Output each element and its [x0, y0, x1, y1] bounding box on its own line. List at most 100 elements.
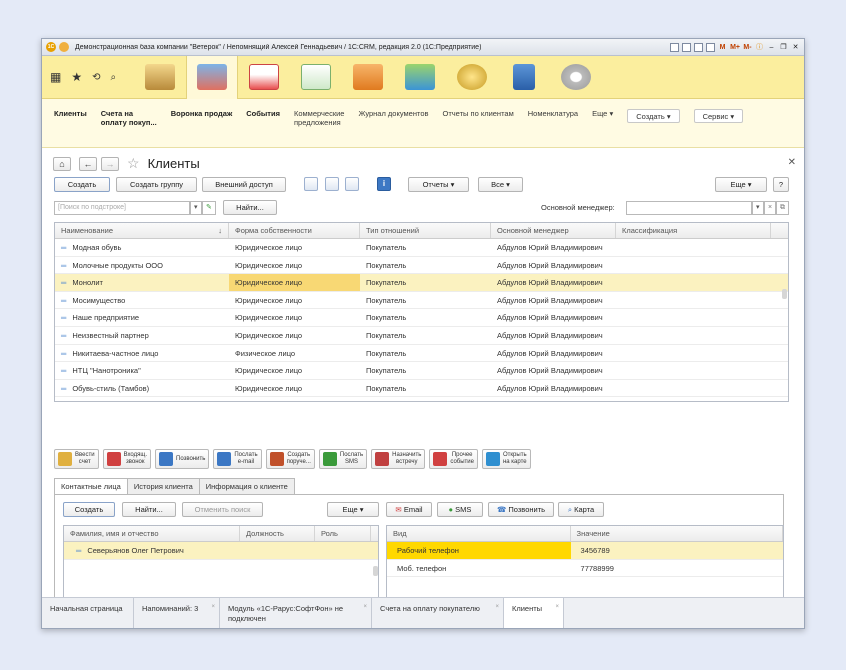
nav-nomenclature[interactable]: Номенклатура [528, 109, 578, 118]
bottom-tab-softphone-module[interactable]: Модуль «1С-Рарус:СофтФон» не подключен × [220, 598, 372, 628]
list-view-icon[interactable] [304, 177, 318, 191]
manager-dropdown-icon[interactable]: ▾ [752, 201, 764, 215]
col-fio[interactable]: Фамилия, имя и отчество [64, 526, 240, 541]
table-scrollbar[interactable] [782, 289, 787, 299]
info-icon[interactable]: ⓘ [755, 43, 764, 52]
col-name[interactable]: Наименование ↓ [55, 223, 229, 238]
sms-button[interactable]: ● SMS [437, 502, 483, 517]
contact-create-button[interactable]: Создать [63, 502, 115, 517]
enter-invoice-button[interactable]: Ввести счет [54, 449, 99, 469]
section-charts[interactable] [290, 56, 342, 99]
table-row[interactable]: ═ Мосимущество Юридическое лицо Покупатель А… [55, 292, 788, 310]
star-icon[interactable]: ★ [71, 70, 82, 84]
open-map-button[interactable]: Открыть на карте [481, 449, 531, 469]
manager-clear-icon[interactable]: × [764, 201, 776, 215]
nav-client-reports[interactable]: Отчеты по клиентам [443, 109, 514, 118]
apps-icon[interactable]: ▦ [50, 70, 61, 84]
memory-button[interactable]: M [718, 43, 727, 52]
tree-view-icon[interactable] [325, 177, 339, 191]
all-button[interactable]: Все ▾ [478, 177, 523, 192]
table-row[interactable]: ═ Монолит Юридическое лицо Покупатель Абдуло… [55, 274, 788, 292]
table-row[interactable]: ═ НТЦ "Нанотроника" Юридическое лицо Покупа… [55, 362, 788, 380]
table-row[interactable]: ═ Наше предприятие Юридическое лицо Покупат… [55, 309, 788, 327]
service-menu-button[interactable]: Сервис ▾ [693, 109, 744, 123]
call-button[interactable]: ☎ Позвонить [488, 502, 554, 517]
bottom-tab-reminders[interactable]: Напоминаний: 3 × [134, 598, 220, 628]
section-docs[interactable] [394, 56, 446, 99]
search-dropdown-icon[interactable]: ▾ [190, 201, 202, 215]
find-button[interactable]: Найти... [223, 200, 277, 215]
forward-button[interactable]: → [101, 156, 119, 171]
section-org[interactable] [342, 56, 394, 99]
contact-find-button[interactable]: Найти... [122, 502, 176, 517]
nav-document-journal[interactable]: Журнал документов [358, 109, 428, 118]
col-kind[interactable]: Вид [387, 526, 571, 541]
calc-icon[interactable] [670, 42, 680, 52]
tab-contacts[interactable]: Контактные лица [54, 478, 128, 495]
table-row[interactable]: ═ Никитаева-частное лицо Физическое лицо По… [55, 345, 788, 363]
col-relation[interactable]: Тип отношений [360, 223, 491, 238]
other-event-button[interactable]: Прочее событие [429, 449, 478, 469]
close-tab-icon[interactable]: × [211, 602, 215, 612]
section-calendar[interactable] [238, 56, 290, 99]
nav-clients[interactable]: Клиенты [54, 109, 87, 118]
nav-commercial-offers[interactable]: Коммерческие предложения [294, 109, 345, 127]
email-button[interactable]: ✉ Email [386, 502, 432, 517]
contacts-scrollbar[interactable] [373, 566, 378, 576]
create-task-button[interactable]: Создать поруче... [265, 449, 315, 469]
search-clear-icon[interactable]: ✎ [202, 201, 216, 215]
schedule-meeting-button[interactable]: Назначить встречу [371, 449, 426, 469]
copy-icon[interactable] [694, 42, 704, 52]
phone-row[interactable]: Моб. телефон 77788999 [387, 560, 783, 578]
reports-button[interactable]: Отчеты ▾ [408, 177, 469, 192]
home-button[interactable]: ⌂ [53, 156, 71, 171]
close-window-icon[interactable]: ✕ [791, 43, 800, 52]
search-icon[interactable]: ⌕ [111, 72, 117, 83]
col-role[interactable]: Роль [315, 526, 371, 541]
more-button[interactable]: Еще ▾ [715, 177, 767, 192]
section-desktop[interactable] [134, 56, 186, 99]
history-icon[interactable]: ⟲ [92, 72, 100, 83]
col-classification[interactable]: Классификация [616, 223, 771, 238]
help-button[interactable]: ? [773, 177, 789, 192]
col-manager[interactable]: Основной менеджер [491, 223, 616, 238]
close-tab-icon[interactable]: × [363, 602, 367, 612]
close-tab-icon[interactable]: × [495, 602, 499, 612]
bottom-tab-invoices[interactable]: Счета на оплату покупателю × [372, 598, 504, 628]
calendar-icon[interactable] [682, 42, 692, 52]
tab-history[interactable]: История клиента [126, 478, 200, 494]
cancel-search-button[interactable]: Отменить поиск [182, 502, 263, 517]
main-menu-icon[interactable] [59, 42, 69, 52]
contact-more-button[interactable]: Еще ▾ [327, 502, 379, 517]
bottom-tab-home-page[interactable]: Начальная страница [42, 598, 134, 628]
info-icon[interactable] [377, 177, 391, 191]
back-button[interactable]: ← [79, 156, 97, 171]
memory-plus-button[interactable]: M+ [730, 43, 740, 52]
tab-client-info[interactable]: Информация о клиенте [198, 478, 295, 494]
print-icon[interactable] [706, 42, 716, 52]
create-group-button[interactable]: Создать группу [116, 177, 197, 192]
restore-icon[interactable]: ❐ [779, 43, 788, 52]
table-row[interactable]: ═ Модная обувь Юридическое лицо Покупатель А… [55, 239, 788, 257]
create-menu-button[interactable]: Создать ▾ [627, 109, 680, 123]
external-access-button[interactable]: Внешний доступ [202, 177, 286, 192]
manager-input[interactable] [626, 201, 752, 215]
incoming-call-button[interactable]: Входящ. звонок [102, 449, 151, 469]
send-sms-button[interactable]: Послать SMS [318, 449, 368, 469]
send-email-button[interactable]: Послать e-mail [213, 449, 262, 469]
nav-events[interactable]: События [246, 109, 280, 118]
section-finance[interactable] [446, 56, 498, 99]
table-row[interactable]: ═ Молочные продукты ООО Юридическое лицо По… [55, 257, 788, 275]
memory-minus-button[interactable]: M- [743, 43, 752, 52]
create-button[interactable]: Создать [54, 177, 110, 192]
search-input[interactable]: [Поиск по подстроке] [54, 201, 190, 215]
app-logo-icon[interactable]: 1C [46, 42, 56, 52]
phone-row[interactable]: Рабочий телефон 3456789 [387, 542, 783, 560]
hierarchy-view-icon[interactable] [345, 177, 359, 191]
nav-more[interactable]: Еще ▾ [592, 109, 613, 118]
call-button[interactable]: Позвонить [155, 449, 210, 469]
section-settings[interactable] [550, 56, 602, 99]
favorite-star-icon[interactable]: ☆ [127, 155, 140, 172]
section-info[interactable] [498, 56, 550, 99]
section-clients[interactable] [186, 55, 238, 99]
